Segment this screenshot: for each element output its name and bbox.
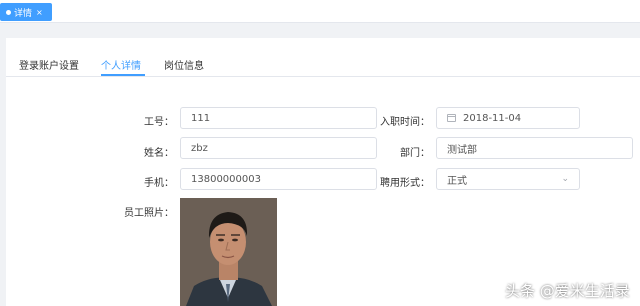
active-dot-icon	[6, 9, 11, 15]
tab-details-label: 详情	[14, 8, 33, 19]
watermark: 头条 @爱米生活录	[505, 282, 630, 300]
employment-type-value: 正式	[447, 175, 467, 187]
tab-position-info[interactable]: 岗位信息	[164, 57, 204, 72]
phone-field[interactable]: 13800000003	[180, 168, 377, 190]
top-tab-bar: 详情 ×	[0, 0, 640, 23]
employee-photo[interactable]	[180, 198, 277, 306]
close-icon[interactable]: ×	[36, 8, 43, 17]
hire-date-value: 2018-11-04	[463, 112, 522, 124]
employee-no-label: 工号：	[144, 117, 174, 128]
active-tab-indicator	[101, 74, 145, 76]
department-label: 部门：	[400, 148, 430, 159]
tab-details[interactable]: 详情 ×	[0, 3, 52, 21]
tab-personal-details[interactable]: 个人详情	[101, 57, 141, 72]
employment-type-label: 聘用形式：	[380, 178, 430, 189]
employee-no-field[interactable]: 111	[180, 107, 377, 129]
hire-date-picker[interactable]: 2018-11-04	[436, 107, 580, 129]
hire-date-label: 入职时间：	[380, 117, 430, 128]
employee-no-value: 111	[191, 112, 211, 124]
name-value: zbz	[191, 142, 208, 154]
department-field[interactable]: 测试部	[436, 137, 633, 159]
tab-login-account[interactable]: 登录账户设置	[19, 57, 79, 72]
photo-label: 员工照片：	[124, 208, 174, 219]
portrait-image	[180, 198, 277, 306]
name-field[interactable]: zbz	[180, 137, 377, 159]
subtab-bar: 登录账户设置 个人详情 岗位信息	[6, 38, 640, 77]
calendar-icon	[447, 114, 456, 122]
name-label: 姓名：	[144, 148, 174, 159]
phone-label: 手机：	[144, 178, 174, 189]
chevron-down-icon: ⌄	[561, 174, 569, 184]
phone-value: 13800000003	[191, 173, 261, 185]
department-value: 测试部	[447, 144, 477, 156]
details-card: 登录账户设置 个人详情 岗位信息 工号： 111 入职时间： 2018-11-0…	[6, 38, 640, 306]
employment-type-select[interactable]: 正式 ⌄	[436, 168, 580, 190]
